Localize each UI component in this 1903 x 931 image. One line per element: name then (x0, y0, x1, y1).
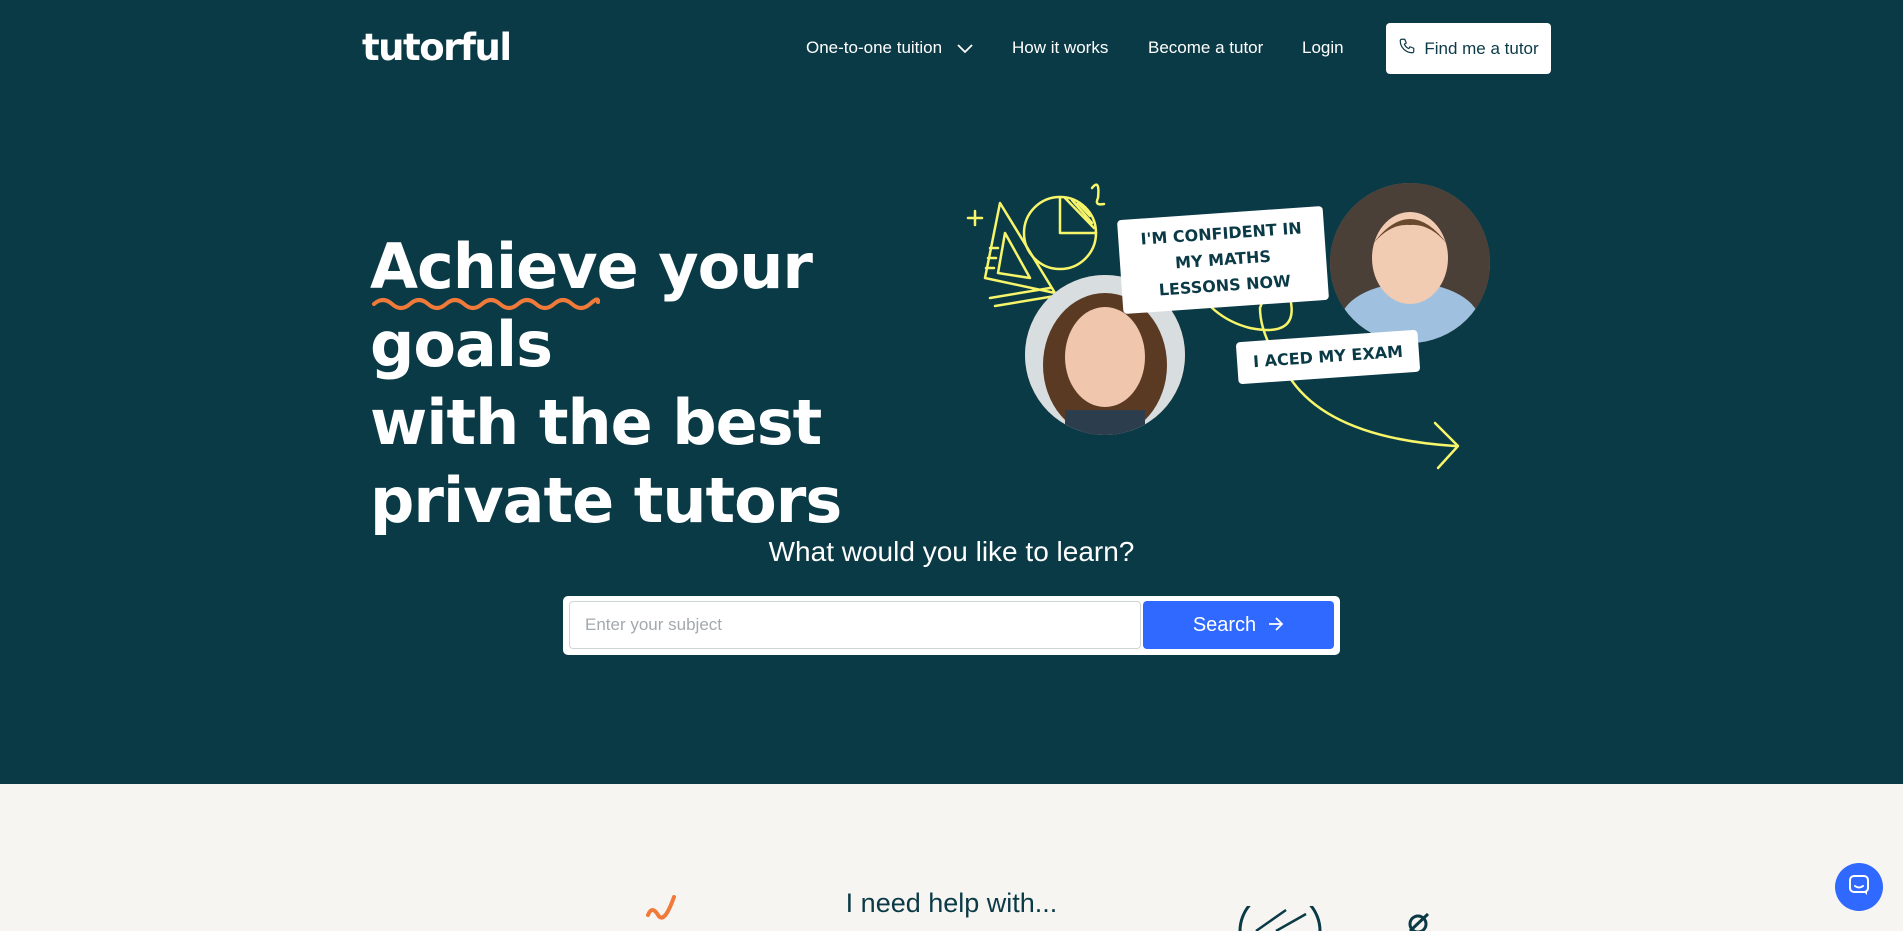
hero-section: tutorful One-to-one tuition How it works… (0, 0, 1903, 784)
subject-search-input[interactable] (569, 601, 1141, 649)
tutorful-logo[interactable]: tutorful (362, 26, 512, 69)
help-with-heading: I need help with... (845, 888, 1058, 918)
hero-headline: Achieve your goals with the best private… (370, 228, 930, 540)
search-question: What would you like to learn? (768, 536, 1135, 567)
nav-one-to-one-tuition[interactable]: One-to-one tuition (806, 38, 973, 59)
chat-icon (1847, 873, 1871, 902)
nav-login[interactable]: Login (1302, 38, 1344, 58)
hero-illustration: I'M CONFIDENT IN MY MATHS LESSONS NOW I … (960, 178, 1490, 478)
pen-doodle-icon (1408, 912, 1430, 931)
headline-highlight: Achieve (370, 230, 639, 303)
nav-label: One-to-one tuition (806, 38, 943, 57)
phone-icon (1398, 37, 1416, 60)
headline-line3: private tutors (370, 464, 842, 537)
cta-label: Find me a tutor (1424, 38, 1539, 58)
testimonial-quote-confident: I'M CONFIDENT IN MY MATHS LESSONS NOW (1116, 205, 1330, 315)
search-button-label: Search (1192, 613, 1257, 636)
student-photo-boy (1330, 183, 1490, 343)
chevron-down-icon (957, 39, 973, 59)
nav-how-it-works[interactable]: How it works (1012, 38, 1108, 58)
search-button[interactable]: Search (1143, 601, 1334, 649)
chat-launcher-button[interactable] (1835, 863, 1883, 911)
globe-doodle-icon (1238, 906, 1322, 931)
orange-squiggle-underline (372, 297, 600, 310)
arrow-right-icon (1268, 614, 1284, 637)
find-me-a-tutor-button[interactable]: Find me a tutor (1386, 23, 1551, 74)
nav-become-a-tutor[interactable]: Become a tutor (1148, 38, 1263, 58)
headline-line2: with the best (370, 386, 822, 459)
